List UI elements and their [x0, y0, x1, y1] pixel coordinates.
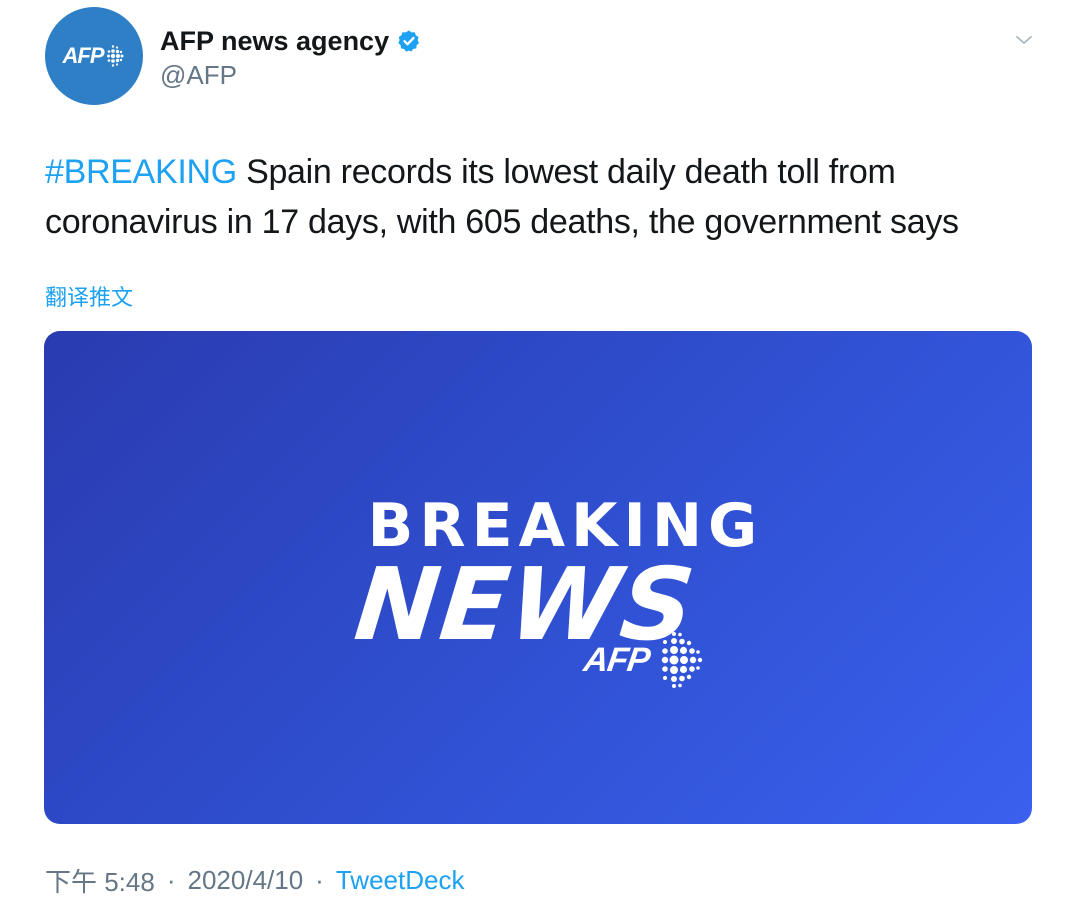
avatar-logo-text: AFP [62, 43, 105, 68]
tweet-text: #BREAKING Spain records its lowest daily… [45, 147, 1045, 247]
tweet-meta: 下午 5:48 · 2020/4/10 · TweetDeck [45, 862, 464, 899]
author-block: AFP news agency @AFP [160, 24, 421, 91]
display-name[interactable]: AFP news agency [160, 26, 389, 57]
meta-separator: · [166, 865, 176, 895]
tweet-text-line1: Spain records its lowest daily death tol… [236, 153, 896, 191]
media-logo-text: AFP [581, 640, 652, 679]
globe-icon [106, 45, 123, 67]
hashtag-link[interactable]: #BREAKING [45, 153, 237, 191]
display-name-row: AFP news agency [160, 24, 421, 58]
avatar[interactable]: AFP [45, 7, 143, 105]
globe-icon [661, 632, 703, 688]
tweet-text-line2: coronavirus in 17 days, with 605 deaths,… [45, 203, 959, 241]
tweet-card: AFP AFP news agency @AFP #BREAKING Spain… [0, 0, 1080, 916]
chevron-down-icon[interactable] [1012, 28, 1036, 52]
meta-separator: · [315, 865, 324, 895]
afp-logo: AFP [63, 43, 126, 69]
tweet-date[interactable]: 2020/4/10 [188, 865, 304, 896]
tweet-time[interactable]: 下午 5:48 [45, 862, 155, 899]
tweet-source-link[interactable]: TweetDeck [336, 865, 465, 896]
media-afp-logo: AFP [581, 629, 705, 691]
translate-tweet-link[interactable]: 翻译推文 [45, 280, 133, 312]
verified-badge-icon [398, 30, 420, 52]
media-image[interactable]: BREAKING NEWS AFP [44, 331, 1032, 824]
handle[interactable]: @AFP [160, 60, 421, 91]
